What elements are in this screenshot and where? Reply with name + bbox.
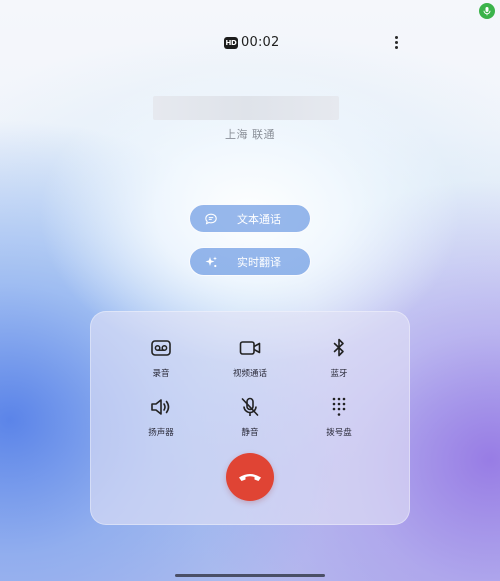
bluetooth-button[interactable]: 蓝牙 bbox=[299, 337, 379, 385]
end-call-button[interactable] bbox=[226, 453, 274, 501]
voicemail-icon bbox=[151, 340, 171, 356]
mute-button[interactable]: 静音 bbox=[210, 396, 290, 444]
dialpad-icon bbox=[332, 397, 346, 416]
live-translate-button[interactable]: 实时翻译 bbox=[189, 247, 311, 276]
record-label: 录音 bbox=[152, 369, 170, 379]
dialpad-button[interactable]: 拨号盘 bbox=[299, 396, 379, 444]
call-status-bar: HD 00:02 bbox=[0, 34, 500, 54]
live-translate-label: 实时翻译 bbox=[237, 255, 281, 269]
record-button[interactable]: 录音 bbox=[121, 337, 201, 385]
more-options-button[interactable] bbox=[388, 32, 404, 52]
call-timer: 00:02 bbox=[241, 35, 280, 50]
video-camera-icon bbox=[239, 341, 261, 355]
mute-label: 静音 bbox=[241, 428, 259, 438]
more-vertical-icon bbox=[394, 35, 398, 39]
video-call-label: 视频通话 bbox=[232, 369, 267, 379]
text-call-button[interactable]: 文本通话 bbox=[189, 204, 311, 233]
caller-name-redacted bbox=[153, 96, 339, 120]
bluetooth-icon bbox=[333, 338, 344, 357]
speaker-icon bbox=[151, 399, 170, 415]
mic-off-icon bbox=[241, 397, 259, 416]
text-call-label: 文本通话 bbox=[237, 212, 281, 226]
mic-indicator-icon bbox=[479, 3, 495, 19]
hang-up-icon bbox=[239, 474, 261, 481]
speaker-label: 扬声器 bbox=[148, 428, 174, 438]
dialpad-label: 拨号盘 bbox=[326, 428, 352, 438]
home-indicator[interactable] bbox=[175, 574, 325, 577]
hd-badge: HD bbox=[224, 37, 238, 49]
video-call-button[interactable]: 视频通话 bbox=[210, 337, 290, 385]
bluetooth-label: 蓝牙 bbox=[330, 369, 348, 379]
speaker-button[interactable]: 扬声器 bbox=[121, 396, 201, 444]
caller-carrier: 上海 联通 bbox=[225, 128, 275, 141]
